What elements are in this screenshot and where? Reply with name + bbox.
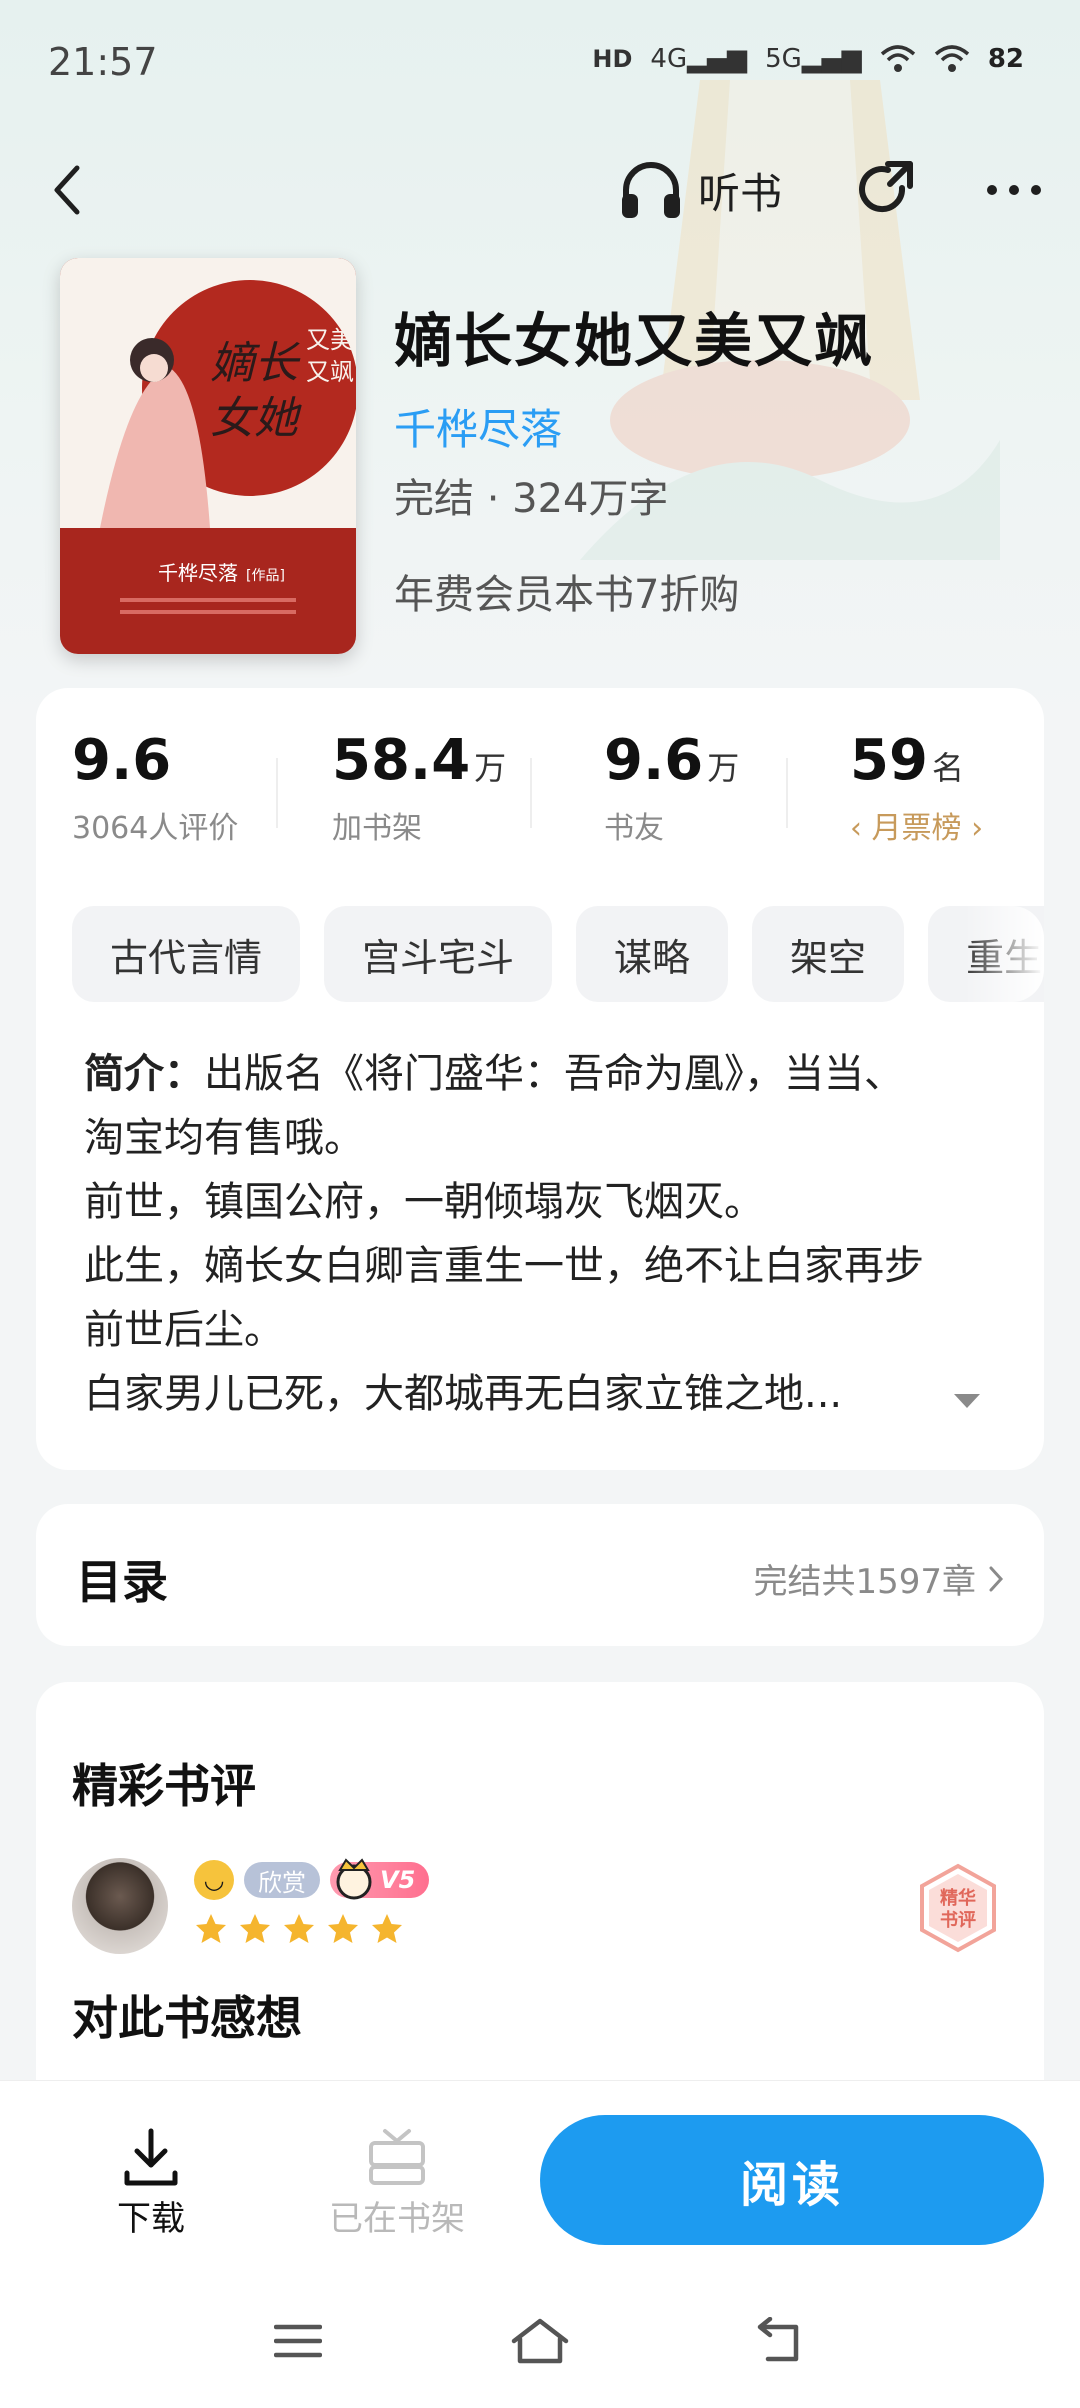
stat-rating[interactable]: 9.6 3064人评价 — [72, 728, 238, 848]
book-info-card: 9.6 3064人评价 58.4 万 加书架 9.6 万 书友 59 名 ‹ 月票榜 … — [36, 688, 1044, 1470]
signal-5g-icon: 5G▂▄▆ — [765, 44, 862, 74]
status-time: 21:57 — [48, 40, 158, 84]
system-navigation-bar — [0, 2280, 1080, 2408]
book-title: 嫡长女她又美又飒 — [394, 307, 875, 375]
menu-button[interactable] — [258, 2306, 338, 2376]
book-intro[interactable]: 简介：出版名《将门盛华：吾命为凰》，当当、 淘宝均有售哦。 前世，镇国公府，一朝… — [84, 1042, 984, 1426]
svg-text:精华: 精华 — [940, 1887, 976, 1909]
rank-label: ‹ 月票榜 › — [850, 811, 984, 846]
more-dots-icon — [987, 185, 1041, 195]
download-label: 下载 — [117, 2199, 185, 2239]
hd-icon: HD — [592, 45, 633, 73]
back-system-button[interactable] — [740, 2306, 820, 2376]
listen-label: 听书 — [698, 168, 783, 218]
laurel-left-icon: ‹ — [850, 811, 862, 846]
divider — [530, 758, 532, 828]
user-badges: ◡ 欣赏 V5 — [194, 1858, 430, 1900]
star-icon — [240, 1914, 270, 1943]
download-button[interactable]: 下载 — [104, 2127, 198, 2240]
star-icon — [284, 1914, 314, 1943]
expand-intro-icon[interactable] — [950, 1386, 984, 1416]
star-icon — [328, 1914, 358, 1943]
stat-shelf[interactable]: 58.4 万 加书架 — [332, 728, 506, 848]
status-bar: 21:57 HD 4G▂▄▆ 5G▂▄▆ 82 — [0, 0, 1080, 120]
toc-title: 目录 — [76, 1555, 168, 1609]
stat-fans[interactable]: 9.6 万 书友 — [604, 728, 739, 848]
tags-fade — [964, 906, 1044, 1002]
home-button[interactable] — [500, 2306, 580, 2376]
tag-item[interactable]: 谋略 — [576, 906, 729, 1002]
status-icons: HD 4G▂▄▆ 5G▂▄▆ 82 — [592, 44, 1024, 74]
divider — [786, 758, 788, 828]
tag-list: 古代言情 宫斗宅斗 谋略 架空 重生 — [72, 906, 1044, 1002]
table-of-contents-card[interactable]: 目录 完结共1597章 — [36, 1504, 1044, 1646]
crown-icon — [336, 1858, 372, 1900]
listen-button[interactable]: 听书 — [618, 150, 782, 230]
chevron-right-icon — [989, 1566, 1004, 1591]
star-icon — [372, 1914, 402, 1943]
level-badge: 欣赏 — [244, 1862, 320, 1898]
book-status: 完结 · 324万字 — [394, 476, 669, 522]
tag-item[interactable]: 宫斗宅斗 — [324, 906, 553, 1002]
tag-item[interactable]: 古代言情 — [72, 906, 301, 1002]
home-icon — [511, 2318, 569, 2364]
more-button[interactable] — [982, 152, 1046, 228]
reviews-title: 精彩书评 — [72, 1759, 256, 1813]
svg-text:[作品]: [作品] — [246, 568, 285, 584]
wifi-icon-2 — [934, 45, 969, 72]
share-icon — [859, 161, 913, 213]
bookshelf-button[interactable]: 已在书架 — [322, 2127, 472, 2240]
back-button[interactable] — [36, 150, 96, 230]
bottom-action-bar: 下载 已在书架 阅读 — [0, 2080, 1080, 2280]
svg-text:又飒: 又飒 — [306, 358, 354, 386]
back-arrow-icon — [54, 165, 80, 215]
book-cover-image: 嫡长 女她 又美 又飒 千桦尽落 [作品] — [60, 258, 356, 654]
stats-row: 9.6 3064人评价 58.4 万 加书架 9.6 万 书友 59 名 ‹ 月票榜 … — [36, 728, 1044, 848]
featured-review-stamp: 精华 书评 — [920, 1863, 996, 1953]
bookshelf-icon — [369, 2129, 425, 2185]
rating-stars — [194, 1912, 404, 1946]
tag-item[interactable]: 架空 — [752, 906, 905, 1002]
menu-icon — [274, 2324, 322, 2358]
signal-4g-icon: 4G▂▄▆ — [650, 44, 748, 74]
bookshelf-label: 已在书架 — [329, 2199, 465, 2239]
headphones-icon — [622, 162, 680, 218]
top-nav: 听书 — [0, 140, 1080, 240]
cover-title-art: 嫡长 — [210, 338, 301, 389]
vip-badge: V5 — [330, 1858, 430, 1900]
stat-monthly-rank[interactable]: 59 名 ‹ 月票榜 › — [850, 728, 983, 848]
intro-label: 简介： — [84, 1051, 204, 1097]
back-return-icon — [757, 2317, 799, 2362]
cover-author: 千桦尽落 — [158, 561, 238, 585]
read-button[interactable]: 阅读 — [540, 2115, 1044, 2245]
review-heading[interactable]: 对此书感想 — [72, 1982, 302, 2048]
star-icon — [196, 1914, 226, 1943]
smile-emoji-icon: ◡ — [194, 1860, 234, 1900]
laurel-right-icon: › — [971, 811, 984, 846]
download-icon — [124, 2128, 178, 2186]
svg-text:又美: 又美 — [306, 326, 354, 354]
share-button[interactable] — [846, 152, 922, 228]
svg-text:女她: 女她 — [210, 393, 302, 444]
svg-text:书评: 书评 — [940, 1910, 976, 1931]
battery-indicator: 82 — [987, 44, 1024, 74]
author-link[interactable]: 千桦尽落 — [394, 396, 562, 457]
divider — [276, 758, 278, 828]
membership-offer[interactable]: 年费会员本书7折购 — [394, 562, 739, 620]
avatar[interactable] — [72, 1858, 168, 1954]
toc-meta: 完结共1597章 — [753, 1554, 1004, 1603]
wifi-icon — [880, 45, 915, 72]
book-cover[interactable]: 嫡长 女她 又美 又飒 千桦尽落 [作品] — [60, 258, 356, 654]
